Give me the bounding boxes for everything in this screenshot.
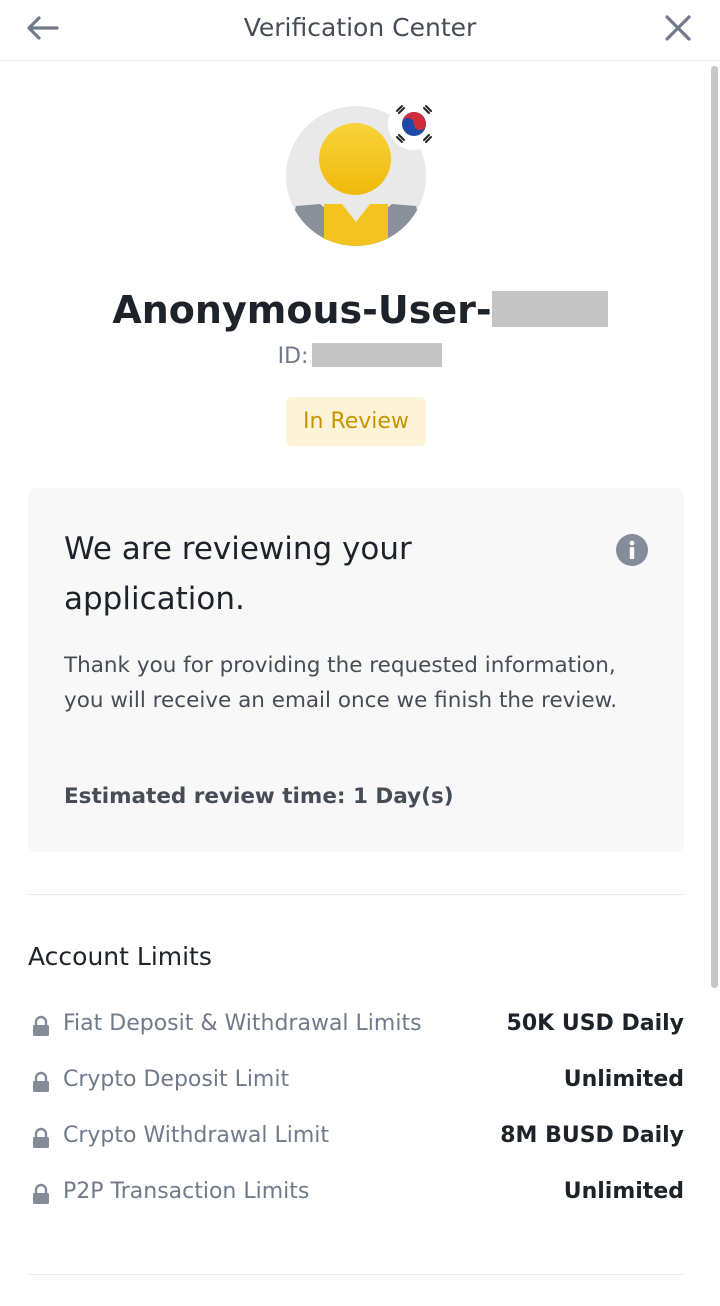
- limit-value: Unlimited: [563, 1179, 684, 1204]
- limit-row-crypto-withdrawal: Crypto Withdrawal Limit 8M BUSD Daily: [28, 1119, 684, 1159]
- review-card-body: Thank you for providing the requested in…: [64, 653, 618, 713]
- divider: [28, 894, 684, 895]
- user-id: ID:: [0, 343, 720, 369]
- status-badge: In Review: [286, 397, 426, 446]
- review-card-title: We are reviewing your application.: [64, 531, 412, 617]
- limit-row-p2p: P2P Transaction Limits Unlimited: [28, 1175, 684, 1215]
- limit-label: Crypto Withdrawal Limit: [63, 1123, 330, 1148]
- limit-label: P2P Transaction Limits: [63, 1179, 310, 1204]
- verification-center-page: Verification Center Anonymous-User- ID: …: [0, 0, 720, 1306]
- limit-row-crypto-deposit: Crypto Deposit Limit Unlimited: [28, 1063, 684, 1103]
- top-bar: Verification Center: [0, 0, 720, 61]
- limit-label: Crypto Deposit Limit: [63, 1067, 290, 1092]
- redacted-user-id: [312, 343, 443, 367]
- info-button[interactable]: [616, 534, 648, 566]
- scrollbar[interactable]: [711, 66, 718, 988]
- lock-icon: [33, 1071, 49, 1092]
- limit-value: 50K USD Daily: [506, 1011, 684, 1036]
- lock-icon: [33, 1015, 49, 1036]
- info-icon: [616, 534, 648, 566]
- limit-value: Unlimited: [563, 1067, 684, 1092]
- limit-row-fiat: Fiat Deposit & Withdrawal Limits 50K USD…: [28, 1007, 684, 1047]
- lock-icon: [33, 1127, 49, 1148]
- country-flag: [388, 98, 440, 150]
- south-korea-flag-icon: [388, 98, 440, 150]
- account-limits-title: Account Limits: [28, 942, 212, 971]
- divider: [28, 1274, 684, 1275]
- close-button[interactable]: [658, 8, 698, 48]
- close-icon: [665, 15, 691, 41]
- redacted-username: [491, 291, 608, 327]
- page-title: Verification Center: [243, 13, 477, 42]
- limit-value: 8M BUSD Daily: [500, 1123, 684, 1148]
- limit-label: Fiat Deposit & Withdrawal Limits: [63, 1011, 422, 1036]
- user-id-label: ID:: [277, 344, 309, 369]
- username-text: Anonymous-User-: [112, 288, 492, 332]
- lock-icon: [33, 1183, 49, 1204]
- username: Anonymous-User-: [0, 288, 720, 332]
- review-status-card: We are reviewing your application. Thank…: [28, 488, 684, 852]
- estimated-review-time: Estimated review time: 1 Day(s): [64, 784, 454, 809]
